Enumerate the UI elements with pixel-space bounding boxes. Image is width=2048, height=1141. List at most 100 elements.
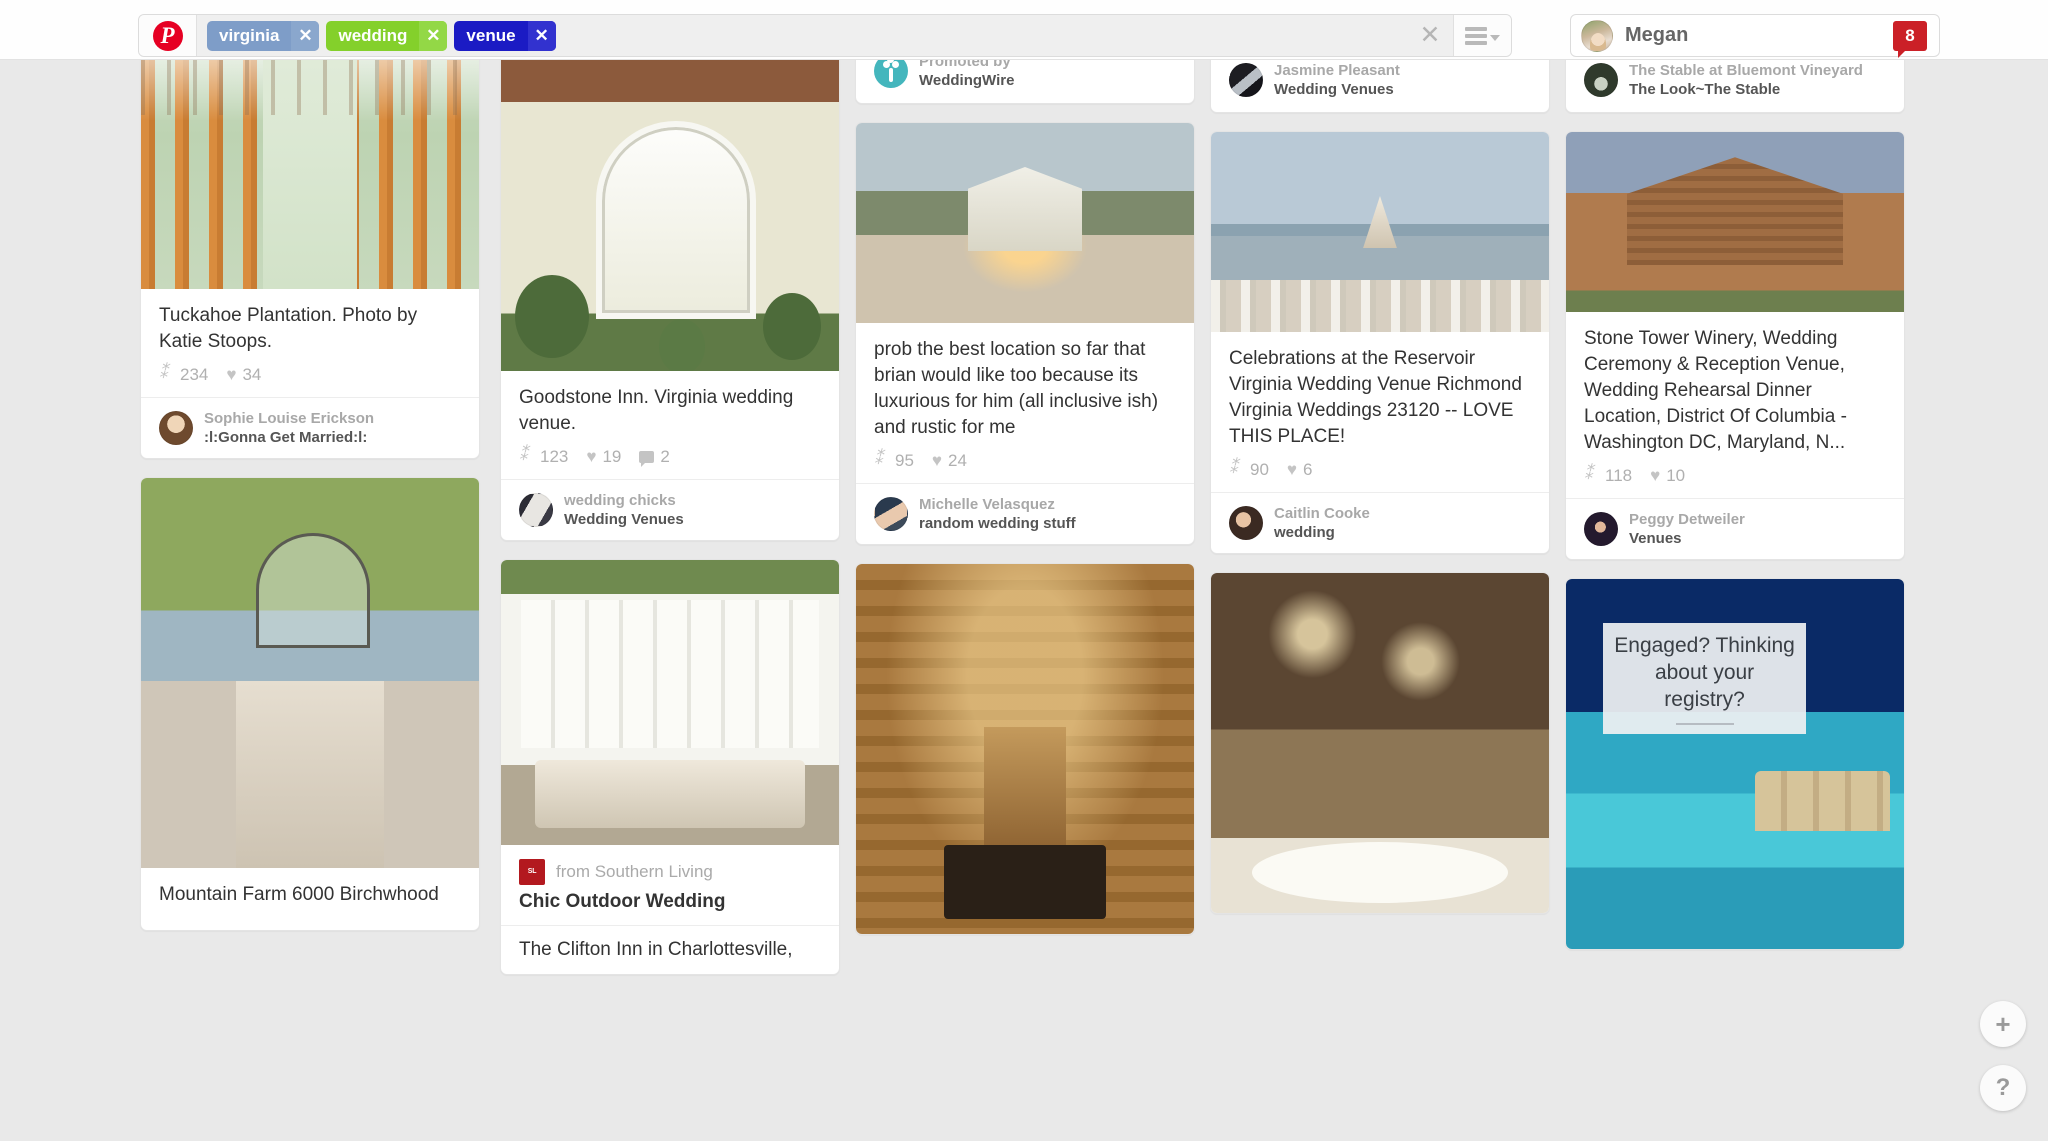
avatar — [159, 411, 193, 445]
avatar — [1581, 19, 1613, 52]
pin-attribution[interactable]: The Stable at Bluemont Vineyard The Look… — [1566, 60, 1904, 112]
article-description: The Clifton Inn in Charlottesville, — [501, 925, 839, 974]
board-name[interactable]: random wedding stuff — [919, 514, 1076, 533]
board-name[interactable]: Wedding Venues — [1274, 80, 1400, 99]
like-count: 24 — [948, 451, 967, 470]
southern-living-logo-icon: SL — [519, 859, 545, 885]
ad-image[interactable]: Engaged? Thinking about your registry? — [1566, 579, 1904, 949]
repin-stat: 123 — [519, 445, 568, 467]
search-token-label: wedding — [338, 25, 408, 45]
pin-icon — [519, 445, 534, 465]
close-icon[interactable]: ✕ — [527, 20, 556, 51]
like-stat: 24 — [932, 451, 967, 471]
pin-card[interactable]: Celebrations at the Reservoir Virginia W… — [1210, 131, 1550, 554]
pinner-name[interactable]: wedding chicks — [564, 491, 684, 510]
clear-search-icon[interactable]: ✕ — [1407, 15, 1453, 56]
pin-image[interactable] — [141, 60, 479, 289]
search-token-virginia[interactable]: virginia ✕ — [207, 20, 320, 51]
board-name[interactable]: :l:Gonna Get Married:l: — [204, 428, 374, 447]
status-badge[interactable]: 8 — [1893, 20, 1927, 58]
promoted-pin-stub[interactable]: Promoted by WeddingWire — [855, 60, 1195, 104]
board-name[interactable]: Wedding Venues — [564, 510, 684, 529]
pin-image[interactable] — [1566, 132, 1904, 312]
heart-icon — [1287, 460, 1297, 480]
pin-image[interactable] — [856, 123, 1194, 323]
attribution-text: Caitlin Cooke wedding — [1274, 504, 1370, 542]
like-count: 19 — [602, 447, 622, 466]
pin-attribution[interactable]: wedding chicks Wedding Venues — [501, 479, 839, 540]
article-source-block: SL from Southern Living Chic Outdoor Wed… — [501, 845, 839, 925]
board-name[interactable]: The Look~The Stable — [1629, 80, 1863, 99]
pin-image[interactable] — [141, 478, 479, 868]
promoted-attribution[interactable]: Promoted by WeddingWire — [856, 60, 1194, 103]
pin-stub-card[interactable]: Jasmine Pleasant Wedding Venues — [1210, 60, 1550, 113]
avatar — [1584, 63, 1618, 97]
repin-count: 95 — [895, 451, 914, 470]
search-token-venue[interactable]: venue ✕ — [454, 20, 556, 51]
close-icon[interactable]: ✕ — [291, 20, 320, 51]
attribution-text: Jasmine Pleasant Wedding Venues — [1274, 61, 1400, 99]
search-token-list: virginia ✕ wedding ✕ venue ✕ — [197, 20, 556, 51]
pin-card[interactable]: Tuckahoe Plantation. Photo by Katie Stoo… — [140, 60, 480, 459]
repin-stat: 95 — [874, 449, 914, 471]
help-button[interactable]: ? — [1980, 1065, 2026, 1111]
pin-stats: 118 10 — [1584, 464, 1886, 486]
pinner-name[interactable]: Sophie Louise Erickson — [204, 409, 374, 428]
attribution-text: Promoted by WeddingWire — [919, 60, 1014, 90]
heart-icon — [226, 365, 236, 385]
pin-card[interactable]: Stone Tower Winery, Wedding Ceremony & R… — [1565, 131, 1905, 560]
chevron-down-icon — [1490, 35, 1500, 41]
search-token-wedding[interactable]: wedding ✕ — [326, 20, 448, 51]
pinner-name[interactable]: Peggy Detweiler — [1629, 510, 1745, 529]
pin-attribution[interactable]: Caitlin Cooke wedding — [1211, 492, 1549, 553]
pin-attribution[interactable]: Jasmine Pleasant Wedding Venues — [1211, 60, 1549, 112]
attribution-text: Peggy Detweiler Venues — [1629, 510, 1745, 548]
like-stat: 10 — [1650, 466, 1685, 486]
avatar — [874, 497, 908, 531]
comment-count: 2 — [660, 447, 670, 466]
search-bar[interactable]: P virginia ✕ wedding ✕ venue ✕ ✕ — [138, 14, 1512, 57]
like-stat: 6 — [1287, 460, 1312, 480]
pinner-name[interactable]: Michelle Velasquez — [919, 495, 1076, 514]
pinner-name[interactable]: The Stable at Bluemont Vineyard — [1629, 61, 1863, 80]
pin-title: Tuckahoe Plantation. Photo by Katie Stoo… — [159, 305, 418, 352]
pin-attribution[interactable]: Michelle Velasquez random wedding stuff — [856, 483, 1194, 544]
pin-card[interactable]: Goodstone Inn. Virginia wedding venue. 1… — [500, 60, 840, 541]
close-icon[interactable]: ✕ — [419, 20, 448, 51]
avatar — [519, 493, 553, 527]
pin-image[interactable] — [1211, 573, 1549, 913]
pin-stats: 123 19 2 — [519, 445, 821, 467]
pinner-name[interactable]: Jasmine Pleasant — [1274, 61, 1400, 80]
pin-image[interactable] — [1211, 132, 1549, 332]
pin-card[interactable]: prob the best location so far that brian… — [855, 122, 1195, 545]
pin-attribution[interactable]: Peggy Detweiler Venues — [1566, 498, 1904, 559]
search-filter-menu-button[interactable] — [1453, 15, 1511, 56]
user-account-bar[interactable]: Megan 8 — [1570, 14, 1940, 58]
add-pin-button[interactable]: + — [1980, 1001, 2026, 1047]
pinner-name[interactable]: Caitlin Cooke — [1274, 504, 1370, 523]
advertisement-card[interactable]: Engaged? Thinking about your registry? — [1565, 578, 1905, 950]
pin-card[interactable]: Mountain Farm 6000 Birchwhood — [140, 477, 480, 931]
promoted-label: Promoted by — [919, 60, 1011, 70]
pin-image[interactable] — [856, 564, 1194, 934]
attribution-text: Michelle Velasquez random wedding stuff — [919, 495, 1076, 533]
like-stat: 19 — [586, 447, 621, 467]
pin-grid[interactable]: Tuckahoe Plantation. Photo by Katie Stoo… — [0, 60, 2048, 1141]
board-name[interactable]: wedding — [1274, 523, 1370, 542]
pinterest-home-button[interactable]: P — [139, 15, 197, 56]
pin-stub-card[interactable]: The Stable at Bluemont Vineyard The Look… — [1565, 60, 1905, 113]
pin-image[interactable] — [501, 560, 839, 845]
article-pin-card[interactable]: SL from Southern Living Chic Outdoor Wed… — [500, 559, 840, 975]
pin-body: Stone Tower Winery, Wedding Ceremony & R… — [1566, 312, 1904, 498]
promoter-name[interactable]: WeddingWire — [919, 71, 1014, 90]
like-count: 10 — [1666, 466, 1686, 485]
pin-icon — [1584, 464, 1599, 484]
pin-card[interactable] — [855, 563, 1195, 935]
pin-card[interactable] — [1210, 572, 1550, 914]
repin-count: 90 — [1250, 460, 1269, 479]
pin-column-4: Jasmine Pleasant Wedding Venues Celebrat… — [1210, 60, 1550, 932]
board-name[interactable]: Venues — [1629, 529, 1745, 548]
pin-image[interactable] — [501, 60, 839, 371]
like-count: 34 — [242, 365, 262, 384]
pin-attribution[interactable]: Sophie Louise Erickson :l:Gonna Get Marr… — [141, 397, 479, 458]
